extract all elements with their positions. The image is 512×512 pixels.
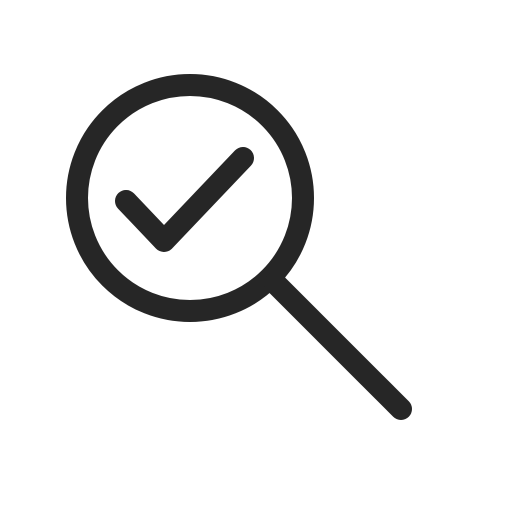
checkmark-icon [115,147,254,252]
magnifier-handle-icon [264,272,412,420]
icon-canvas [0,0,512,512]
search-check-icon [66,74,412,420]
